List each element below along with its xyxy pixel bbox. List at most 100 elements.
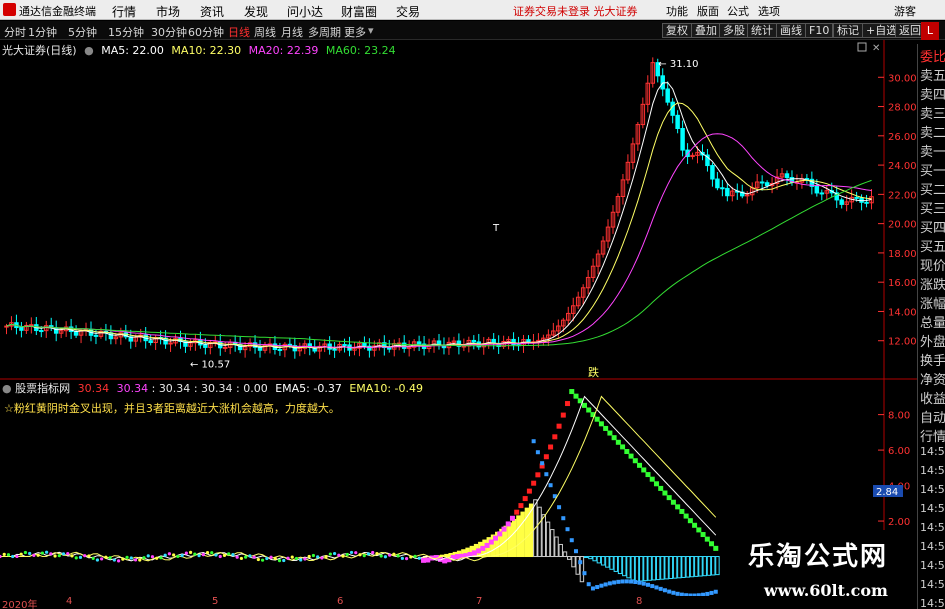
signal-square [713,545,719,551]
indicator-description: ☆粉红黄阴时金叉出现，并且3者距离越近大涨机会越高，力度越大。 [4,402,340,415]
period-weekly[interactable]: 周线 [254,24,276,40]
period-daily[interactable]: 日线 [228,24,250,40]
menu-function[interactable]: 功能 [666,3,688,19]
baseline-dot [307,554,311,559]
candle-body [819,192,825,195]
signal-square [704,536,710,542]
price-tick-label: 14.00 [888,307,917,318]
histogram-bar [507,522,513,558]
candle-body [277,348,283,351]
signal-square [603,425,609,431]
baseline-dot [23,550,28,555]
menu-quotes[interactable]: 行情 [112,3,136,20]
baseline-dot [53,554,57,558]
blue-dot [603,582,608,587]
ema5-line [0,395,717,562]
candle-body [784,173,790,179]
baseline-dot [150,555,155,559]
guest-label[interactable]: 游客 [894,3,916,19]
histogram-bar [698,556,703,577]
baseline-dot [404,557,409,561]
candle-body [53,327,59,334]
candle-body [4,325,9,328]
login-notice[interactable]: 证券交易未登录 光大证券 [513,3,638,19]
sidebar-item-1: 卖五 [920,69,945,84]
chart-canvas[interactable]: 30.00 28.00 26.00 24.00 22.00 20.00 18.00 16.00… [0,40,917,596]
period-15min[interactable]: 15分钟 [108,24,144,40]
period-60min[interactable]: 60分钟 [188,24,224,40]
menu-options[interactable]: 选项 [758,3,780,19]
multi-stock-button[interactable]: 多股 [719,23,749,38]
baseline-dot [176,554,180,559]
statistics-button[interactable]: 统计 [747,23,777,38]
signal-square [598,421,604,427]
candle-body [720,187,725,190]
period-more[interactable]: 更多 [344,24,366,40]
menu-market[interactable]: 市场 [156,3,180,20]
sidebar-item-2: 卖四 [920,88,945,103]
candle-body [759,181,765,184]
baseline-dot [193,552,197,556]
more-dropdown-icon[interactable]: ▾ [368,24,374,37]
price-tick-label: 18.00 [888,249,917,260]
period-multi[interactable]: 多周期 [308,24,341,40]
histogram-bar [605,556,610,568]
baseline-dot [349,550,354,555]
signal-square [662,490,668,496]
signal-square [560,412,566,418]
sidebar-item-9: 买四 [920,221,945,236]
menu-trade[interactable]: 交易 [396,3,420,20]
f10-button[interactable]: F10 [805,23,834,38]
level2-badge[interactable]: L [921,22,939,40]
signal-square [615,439,621,445]
histogram-bar [575,556,580,575]
signal-square [658,485,664,491]
candle-body [19,327,24,331]
sidebar-item-20[interactable]: 行情 [920,426,945,445]
signal-square [709,541,715,547]
mark-button[interactable]: 标记 [833,23,863,38]
baseline-dot [290,555,294,559]
baseline-dot [0,554,2,559]
baseline-dot [256,557,260,562]
blue-dot [620,579,625,584]
price-tick-label: 28.00 [888,103,917,114]
baseline-dot [116,559,121,563]
indicator-value-3: 30.34 [158,382,191,395]
period-monthly[interactable]: 月线 [281,24,303,40]
candle-body [814,185,820,194]
app-name: 通达信金融终端 [19,5,96,18]
sidebar-item-19[interactable]: 自动 [920,407,945,426]
candlestick-series [4,57,874,359]
adjust-button[interactable]: 复权 [662,23,692,38]
draw-line-button[interactable]: 画线 [776,23,806,38]
price-tick-label: 12.00 [888,337,917,348]
period-5min[interactable]: 5分钟 [68,24,97,40]
menu-layout[interactable]: 版面 [697,3,719,19]
histogram-bar [647,556,652,581]
sidebar-item-17: 净资 [920,373,945,388]
period-30min[interactable]: 30分钟 [151,24,187,40]
blue-dot [607,581,612,586]
baseline-dot [337,553,341,557]
indicator-marker-text: 2.84 [876,487,898,498]
period-1min[interactable]: 1分钟 [28,24,57,40]
quote-sidebar: 委比 卖五 卖四 卖三 卖二 卖一 买一 买二 买三 买四 买五 现价 涨跌 涨幅 总量 外盘 换手 净资 收益 自动… [917,44,945,609]
baseline-dot [345,552,349,557]
period-intraday[interactable]: 分时 [4,24,26,40]
baseline-dot [332,551,337,556]
sidebar-item-7: 买二 [920,183,945,198]
overlay-button[interactable]: 叠加 [691,23,721,38]
baseline-dot [392,552,396,556]
menu-discover[interactable]: 发现 [244,3,268,20]
histogram-bar [626,556,631,579]
indicator-dot-icon[interactable]: ● [2,382,12,395]
menu-news[interactable]: 资讯 [200,3,224,20]
menu-ask[interactable]: 问小达 [287,3,323,20]
baseline-dot [239,556,244,561]
menu-formula[interactable]: 公式 [727,3,749,19]
date-label-year: 2020年 [2,600,38,609]
signal-square [526,488,532,494]
menu-fortune[interactable]: 财富圈 [341,3,377,20]
blue-dot [612,580,617,585]
